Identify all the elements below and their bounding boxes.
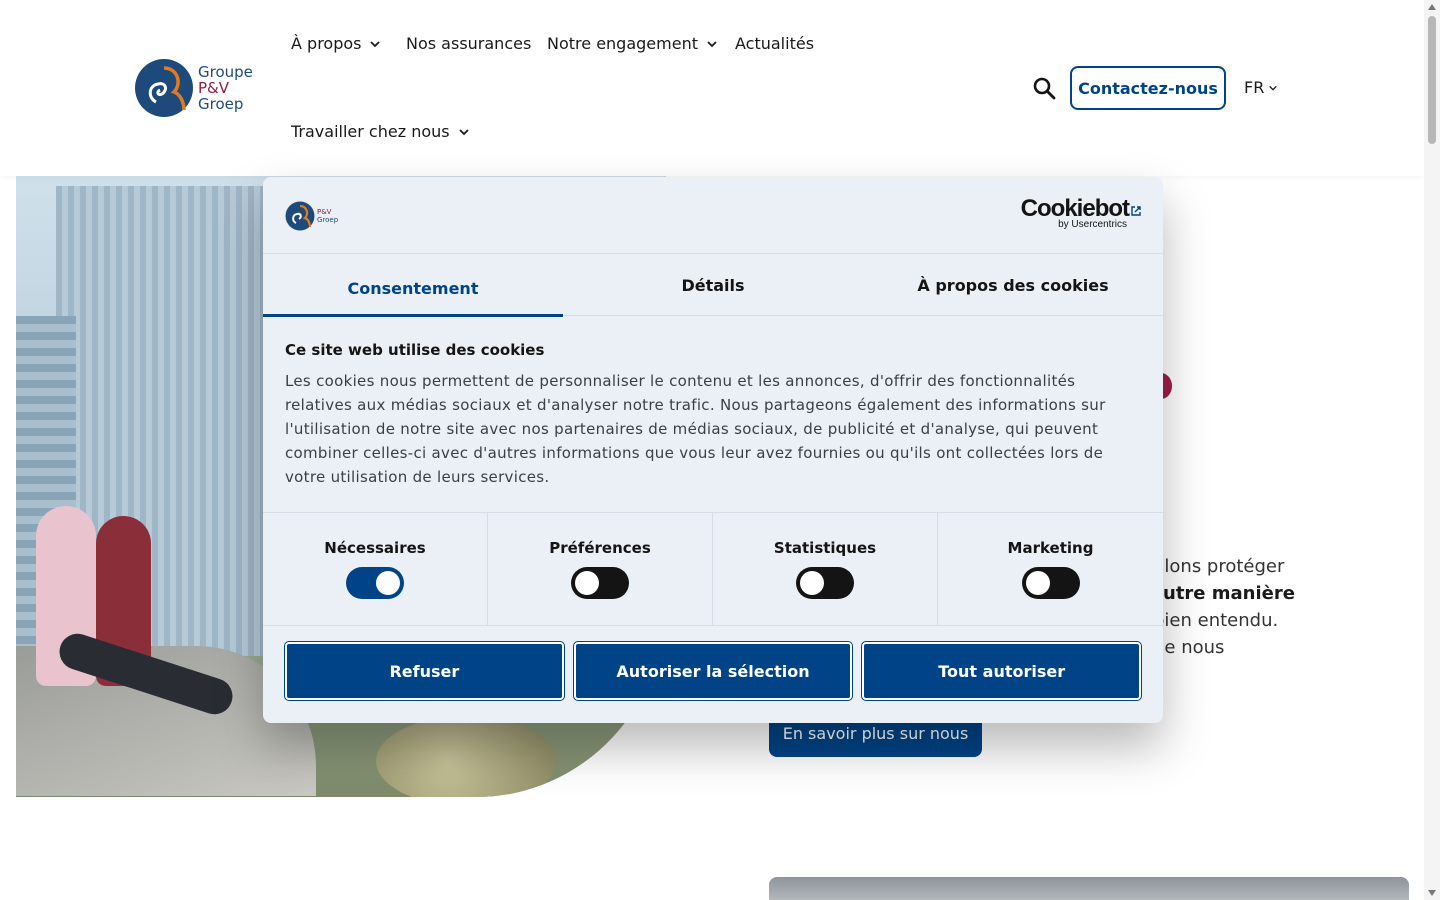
- nav-item-notre-engagement[interactable]: Notre engagement: [547, 34, 718, 53]
- nav-item-label: Actualités: [735, 34, 815, 53]
- scroll-up-icon[interactable]: [1428, 4, 1436, 10]
- cookie-category-necessaires: Nécessaires: [263, 513, 488, 626]
- cookie-dialog-title: Ce site web utilise des cookies: [285, 341, 545, 359]
- search-icon[interactable]: [1032, 76, 1056, 100]
- cookie-category-toggles: Nécessaires Préférences Statistiques Mar…: [263, 512, 1163, 626]
- toggle-marketing[interactable]: [1021, 567, 1080, 599]
- cookie-category-marketing: Marketing: [938, 513, 1163, 626]
- cookiebot-logo-text: Cookiebot: [1021, 197, 1141, 221]
- group-logo-icon: [135, 59, 193, 117]
- logo-line-2: P&V: [198, 79, 230, 97]
- group-logo-text: Groupe P&V Groep: [198, 64, 253, 112]
- language-label: FR: [1244, 78, 1265, 97]
- cookie-dialog-text: Les cookies nous permettent de personnal…: [285, 372, 1106, 486]
- cookie-category-label: Marketing: [1007, 539, 1094, 557]
- cookie-dialog-header: P&V Groep Cookiebot by Usercentrics: [263, 177, 1163, 254]
- group-logo-icon: [285, 201, 315, 231]
- chevron-down-icon: [370, 40, 381, 47]
- refuse-button[interactable]: Refuser: [285, 642, 564, 700]
- cookiebot-name: Cookiebot: [1020, 195, 1130, 222]
- tab-consentement[interactable]: Consentement: [263, 254, 563, 317]
- toggle-necessaires[interactable]: [346, 567, 404, 599]
- cookie-category-label: Préférences: [549, 539, 651, 557]
- tab-details[interactable]: Détails: [563, 254, 863, 316]
- hero-image-bush: [376, 716, 556, 797]
- language-selector[interactable]: FR: [1244, 78, 1278, 97]
- cookiebot-brand[interactable]: Cookiebot by Usercentrics: [1021, 197, 1141, 230]
- nav-item-label: À propos: [291, 34, 362, 53]
- nav-item-label: Travailler chez nous: [291, 122, 450, 141]
- logo-line-1: Groupe: [198, 63, 253, 81]
- hero-text-line-bold: utre manière: [1163, 583, 1295, 604]
- toggle-knob: [1025, 571, 1050, 595]
- cookie-category-label: Nécessaires: [324, 539, 426, 557]
- cookie-category-statistiques: Statistiques: [713, 513, 938, 626]
- contact-button[interactable]: Contactez-nous: [1070, 66, 1226, 110]
- tab-a-propos-des-cookies[interactable]: À propos des cookies: [863, 254, 1163, 316]
- toggle-statistiques[interactable]: [796, 567, 854, 599]
- logo-line-2: Groep: [317, 216, 339, 224]
- section-image: [769, 877, 1409, 900]
- page-scrollbar[interactable]: [1424, 0, 1440, 900]
- chevron-down-icon: [707, 40, 717, 47]
- cookie-dialog-logo: P&V Groep: [285, 201, 343, 231]
- cookie-dialog-tabs: Consentement Détails À propos des cookie…: [263, 254, 1163, 317]
- site-header: Groupe P&V Groep À propos Nos assurances…: [0, 0, 1424, 176]
- toggle-knob: [376, 571, 400, 595]
- toggle-knob: [800, 571, 824, 595]
- scrollbar-thumb[interactable]: [1428, 16, 1436, 144]
- chevron-down-icon: [458, 128, 469, 135]
- cookie-dialog-logo-text: P&V Groep: [317, 208, 338, 224]
- allow-selection-button[interactable]: Autoriser la sélection: [573, 642, 853, 700]
- logo-line-3: Groep: [198, 95, 244, 113]
- toggle-knob: [575, 571, 599, 595]
- scroll-down-icon[interactable]: [1428, 890, 1436, 896]
- nav-item-a-propos[interactable]: À propos: [291, 34, 381, 53]
- cookie-dialog-body: Ce site web utilise des cookies Les cook…: [285, 341, 1141, 489]
- cookie-dialog-actions: Refuser Autoriser la sélection Tout auto…: [285, 642, 1142, 700]
- toggle-preferences[interactable]: [571, 567, 629, 599]
- nav-item-label: Notre engagement: [547, 34, 698, 53]
- group-logo[interactable]: Groupe P&V Groep: [134, 58, 258, 118]
- external-link-icon: [1131, 206, 1141, 216]
- cookie-consent-dialog: P&V Groep Cookiebot by Usercentrics Cons…: [263, 177, 1163, 723]
- logo-line-1: P&V: [317, 208, 332, 216]
- nav-item-nos-assurances[interactable]: Nos assurances: [406, 34, 531, 53]
- cookie-category-preferences: Préférences: [488, 513, 713, 626]
- chevron-down-icon: [1269, 85, 1278, 91]
- nav-item-travailler-chez-nous[interactable]: Travailler chez nous: [291, 122, 470, 141]
- nav-item-label: Nos assurances: [406, 34, 532, 53]
- allow-all-button[interactable]: Tout autoriser: [862, 642, 1142, 700]
- cookie-category-label: Statistiques: [773, 539, 877, 557]
- nav-item-actualites[interactable]: Actualités: [735, 34, 814, 53]
